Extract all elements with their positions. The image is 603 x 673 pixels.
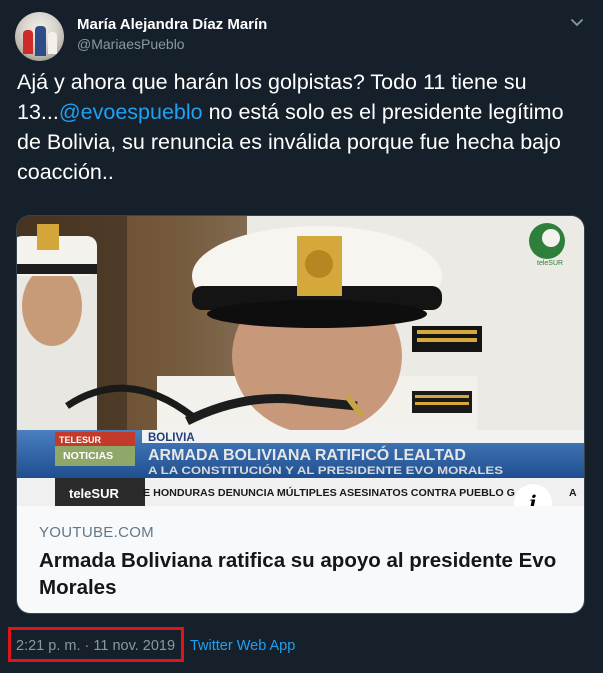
tv-subheadline: A LA CONSTITUCIÓN Y AL PRESIDENTE EVO MO… [148, 464, 503, 477]
avatar[interactable] [15, 12, 64, 61]
tv-headline: ARMADA BOLIVIANA RATIFICÓ LEALTAD [148, 446, 466, 464]
tv-region-label: BOLIVIA [148, 432, 195, 444]
tweet: María Alejandra Díaz Marín @MariaesPuebl… [0, 0, 603, 673]
chevron-down-icon[interactable] [569, 14, 585, 30]
tv-ticker-fragment: A [569, 487, 577, 499]
tweet-timestamp[interactable]: 2:21 p. m. · 11 nov. 2019 [16, 638, 175, 654]
tv-badge-top: TELESUR [59, 435, 102, 445]
card-meta[interactable]: YOUTUBE.COM Armada Boliviana ratifica su… [17, 506, 584, 613]
author-name[interactable]: María Alejandra Díaz Marín [77, 16, 267, 33]
tv-badge-bottom: NOTICIAS [63, 450, 113, 462]
tweet-text: Ajá y ahora que harán los golpistas? Tod… [17, 67, 582, 187]
avatar-figure [48, 32, 57, 54]
avatar-figure [35, 26, 46, 56]
avatar-figure [23, 30, 33, 54]
link-card[interactable]: teleSUR BOLIVIA ARMADA BOLIVIANA RATIFIC… [16, 215, 585, 614]
author-handle[interactable]: @MariaesPueblo [77, 36, 185, 52]
tv-channel: teleSUR [69, 486, 119, 501]
card-domain: YOUTUBE.COM [39, 524, 154, 541]
mention-link[interactable]: @evoespueblo [59, 100, 203, 124]
source-app-link[interactable]: Twitter Web App [190, 638, 295, 654]
card-title[interactable]: Armada Boliviana ratifica su apoyo al pr… [39, 547, 559, 601]
video-thumbnail[interactable]: teleSUR BOLIVIA ARMADA BOLIVIANA RATIFIC… [17, 216, 584, 506]
tv-watermark: teleSUR [537, 260, 563, 267]
tv-ticker: E HONDURAS DENUNCIA MÚLTIPLES ASESINATOS… [143, 486, 515, 499]
